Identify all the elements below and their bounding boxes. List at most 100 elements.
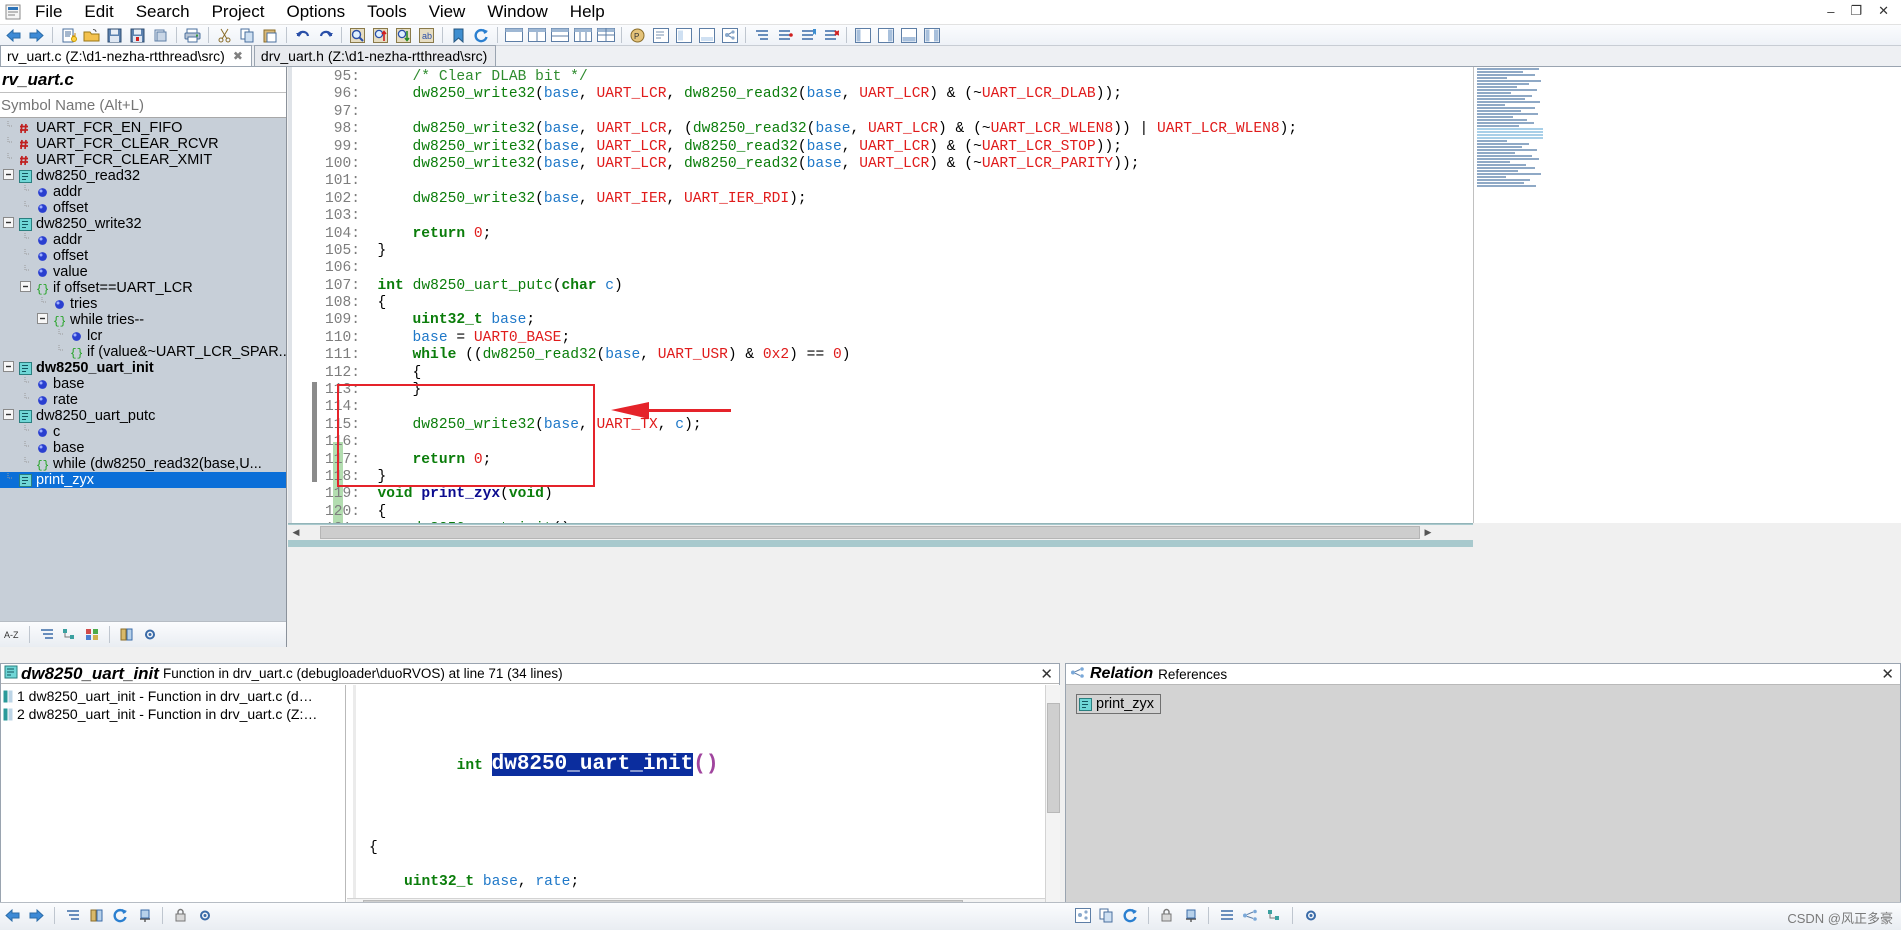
symbol-tree-item[interactable]: dw8250_write32 bbox=[0, 216, 286, 232]
tree-view-icon[interactable] bbox=[1264, 905, 1285, 926]
symbol-tree-item[interactable]: base bbox=[0, 440, 286, 456]
search-prev-icon[interactable] bbox=[392, 26, 415, 45]
window-tile-icon-5[interactable] bbox=[594, 26, 617, 45]
symbol-tree-item[interactable]: dw8250_read32 bbox=[0, 168, 286, 184]
panel-right-icon[interactable] bbox=[874, 26, 897, 45]
close-icon[interactable]: ✖ bbox=[233, 49, 243, 63]
symbol-tree-item[interactable]: {} if (value&~UART_LCR_SPAR... bbox=[0, 344, 286, 360]
save-icon[interactable] bbox=[103, 26, 126, 45]
outline-view-icon[interactable] bbox=[36, 624, 57, 645]
refresh-icon[interactable] bbox=[110, 905, 131, 926]
context-window-icon[interactable] bbox=[695, 26, 718, 45]
menu-item-options[interactable]: Options bbox=[276, 0, 357, 24]
symbol-tree-item[interactable]: offset bbox=[0, 200, 286, 216]
gear-icon[interactable] bbox=[1300, 905, 1321, 926]
symbol-tree-item[interactable]: {} while (dw8250_read32(base,U... bbox=[0, 456, 286, 472]
collapse-icon[interactable] bbox=[17, 280, 34, 296]
context-list-item[interactable]: 2 dw8250_uart_init - Function in drv_uar… bbox=[1, 705, 345, 723]
relation-refresh-icon[interactable] bbox=[1072, 905, 1093, 926]
back-icon[interactable] bbox=[2, 905, 23, 926]
cut-icon[interactable] bbox=[213, 26, 236, 45]
menu-item-edit[interactable]: Edit bbox=[73, 0, 124, 24]
outline-icon[interactable] bbox=[62, 905, 83, 926]
relation-copy-icon[interactable] bbox=[1096, 905, 1117, 926]
file-thumbnail-panel[interactable] bbox=[1473, 67, 1618, 523]
preview-vertical-scrollbar[interactable] bbox=[1045, 685, 1060, 913]
relation-window-icon[interactable] bbox=[718, 26, 741, 45]
symbol-tree-item[interactable]: dw8250_uart_putc bbox=[0, 408, 286, 424]
graph-view-icon[interactable] bbox=[1240, 905, 1261, 926]
editor-code[interactable]: 95: /* Clear DLAB bit */96: dw8250_write… bbox=[298, 69, 1297, 523]
relation-node-print-zyx[interactable]: print_zyx bbox=[1076, 694, 1162, 714]
menu-item-tools[interactable]: Tools bbox=[356, 0, 418, 24]
close-file-icon[interactable] bbox=[149, 26, 172, 45]
collapse-icon[interactable] bbox=[0, 360, 17, 376]
file-list-icon[interactable] bbox=[672, 26, 695, 45]
menu-item-file[interactable]: File bbox=[24, 0, 73, 24]
search-icon[interactable] bbox=[346, 26, 369, 45]
editor-horizontal-scrollbar[interactable]: ◀ ▶ bbox=[288, 525, 1473, 540]
window-tile-icon-1[interactable] bbox=[502, 26, 525, 45]
paste-icon[interactable] bbox=[259, 26, 282, 45]
sort-alpha-icon[interactable]: A-Z bbox=[2, 624, 23, 645]
symbol-tree-item[interactable]: value bbox=[0, 264, 286, 280]
panel-bottom-icon[interactable] bbox=[897, 26, 920, 45]
tab-drv-uart-c[interactable]: rv_uart.c (Z:\d1-nezha-rtthread\src) ✖ bbox=[0, 45, 252, 66]
open-folder-icon[interactable] bbox=[80, 26, 103, 45]
lock-icon[interactable] bbox=[170, 905, 191, 926]
scroll-thumb[interactable] bbox=[320, 526, 1420, 539]
outline-icon[interactable] bbox=[750, 26, 773, 45]
window-tile-icon-2[interactable] bbox=[525, 26, 548, 45]
symbol-tree-item[interactable]: UART_FCR_CLEAR_RCVR bbox=[0, 136, 286, 152]
menu-item-view[interactable]: View bbox=[418, 0, 477, 24]
context-match-list[interactable]: 1 dw8250_uart_init - Function in drv_uar… bbox=[1, 685, 346, 913]
close-icon[interactable]: ✕ bbox=[1881, 665, 1894, 683]
symbol-tree-item[interactable]: UART_FCR_CLEAR_XMIT bbox=[0, 152, 286, 168]
symbol-tree-item[interactable]: UART_FCR_EN_FIFO bbox=[0, 120, 286, 136]
lock-icon[interactable] bbox=[1156, 905, 1177, 926]
menu-item-window[interactable]: Window bbox=[476, 0, 558, 24]
book-icon[interactable] bbox=[116, 624, 137, 645]
remove-bookmark-icon[interactable] bbox=[819, 26, 842, 45]
symbol-tree[interactable]: UART_FCR_EN_FIFO UART_FCR_CLEAR_RCVR UART_… bbox=[0, 118, 286, 588]
window-tile-icon-4[interactable] bbox=[571, 26, 594, 45]
search-input[interactable] bbox=[0, 94, 286, 116]
gear-icon[interactable] bbox=[194, 905, 215, 926]
refresh-icon[interactable] bbox=[470, 26, 493, 45]
copy-icon[interactable] bbox=[236, 26, 259, 45]
symbol-tree-item[interactable]: print_zyx bbox=[0, 472, 286, 488]
collapse-icon[interactable] bbox=[0, 408, 17, 424]
context-code-preview[interactable]: int dw8250_uart_init() { uint32_t base, … bbox=[347, 685, 1060, 913]
close-icon[interactable]: ✕ bbox=[1040, 665, 1053, 683]
breakpoint-icon[interactable] bbox=[773, 26, 796, 45]
new-file-icon[interactable] bbox=[57, 26, 80, 45]
redo-icon[interactable] bbox=[314, 26, 337, 45]
scroll-left-icon[interactable]: ◀ bbox=[288, 525, 304, 540]
project-icon[interactable]: P bbox=[626, 26, 649, 45]
symbol-tree-item[interactable]: base bbox=[0, 376, 286, 392]
tab-drv-uart-h[interactable]: drv_uart.h (Z:\d1-nezha-rtthread\src) bbox=[253, 45, 497, 66]
symbol-tree-item[interactable]: {} if offset==UART_LCR bbox=[0, 280, 286, 296]
symbol-tree-item[interactable]: dw8250_uart_init bbox=[0, 360, 286, 376]
window-tile-icon-3[interactable] bbox=[548, 26, 571, 45]
symbol-tree-item[interactable]: rate bbox=[0, 392, 286, 408]
list-view-icon[interactable] bbox=[1216, 905, 1237, 926]
undo-icon[interactable] bbox=[291, 26, 314, 45]
symbol-tree-item[interactable]: c bbox=[0, 424, 286, 440]
pin-icon[interactable] bbox=[1180, 905, 1201, 926]
pin-icon[interactable] bbox=[134, 905, 155, 926]
color-markers-icon[interactable] bbox=[82, 624, 103, 645]
symbol-tree-item[interactable]: addr bbox=[0, 232, 286, 248]
minimize-button[interactable]: – bbox=[1819, 4, 1842, 19]
save-all-icon[interactable] bbox=[126, 26, 149, 45]
symbol-window-icon[interactable] bbox=[649, 26, 672, 45]
collapse-icon[interactable] bbox=[0, 216, 17, 232]
panel-left-icon[interactable] bbox=[851, 26, 874, 45]
scroll-right-icon[interactable]: ▶ bbox=[1420, 525, 1436, 540]
menu-item-project[interactable]: Project bbox=[201, 0, 276, 24]
symbol-tree-item[interactable]: offset bbox=[0, 248, 286, 264]
collapse-icon[interactable] bbox=[34, 312, 51, 328]
collapse-icon[interactable] bbox=[0, 168, 17, 184]
tree-view-icon[interactable] bbox=[59, 624, 80, 645]
search-next-icon[interactable] bbox=[369, 26, 392, 45]
